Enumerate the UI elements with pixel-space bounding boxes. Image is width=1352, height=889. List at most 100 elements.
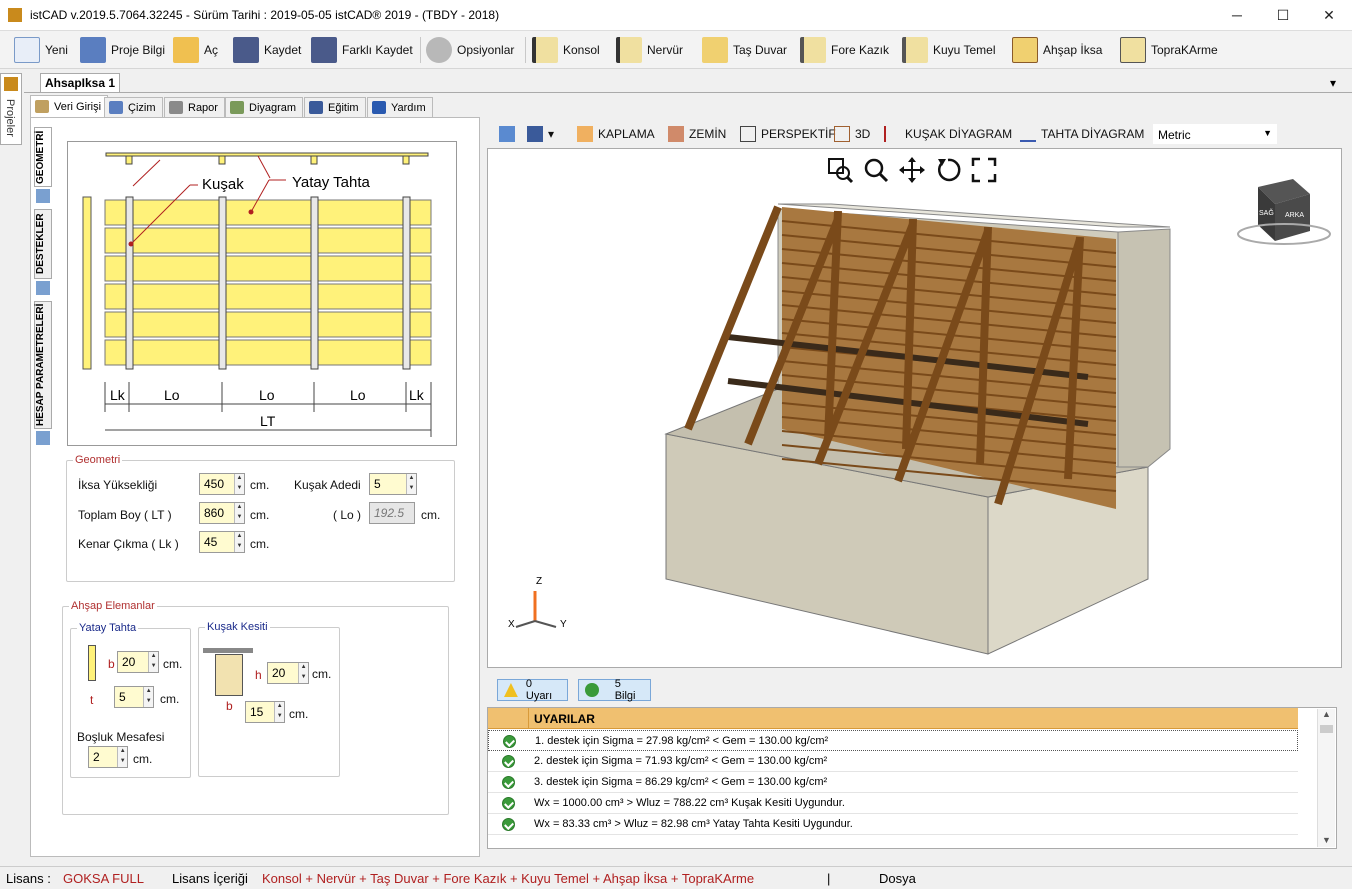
warnings-button[interactable]: 0 Uyarı (497, 678, 568, 702)
new-button[interactable]: Yeni (14, 34, 68, 66)
tab-egitim[interactable]: Eğitim (304, 97, 366, 117)
stepper-arrows[interactable]: ▲ ▼ (117, 747, 127, 767)
down-arrow-icon[interactable]: ▼ (144, 697, 153, 707)
yatay-b-input[interactable] (118, 652, 149, 672)
iksa-yuksekligi-stepper[interactable]: ▲▼ (199, 473, 245, 495)
kuyu-temel-button[interactable]: Kuyu Temel (902, 34, 995, 66)
save-button[interactable]: Kaydet (233, 34, 301, 66)
scroll-up-icon[interactable]: ▲ (1318, 709, 1335, 719)
vtab-destekler[interactable]: DESTEKLER (34, 209, 52, 279)
up-arrow-icon[interactable]: ▲ (144, 687, 153, 697)
layout-menu-button[interactable]: ▾ (527, 124, 554, 144)
konsol-button[interactable]: Konsol (532, 34, 600, 66)
nervur-button[interactable]: Nervür (616, 34, 683, 66)
zoom-window-icon[interactable] (826, 156, 854, 184)
kusak-b-input[interactable] (246, 702, 275, 722)
message-row[interactable]: 1. destek için Sigma = 27.98 kg/cm² < Ge… (488, 730, 1298, 751)
rotate-icon[interactable] (934, 156, 962, 184)
stepper-arrows[interactable]: ▲ ▼ (234, 474, 244, 494)
yatay-t-input[interactable] (115, 687, 144, 707)
view-cube[interactable]: SAĞ ARKA (1237, 179, 1331, 245)
ahsap-iksa-button[interactable]: Ahşap İksa (1012, 34, 1102, 66)
down-arrow-icon[interactable]: ▼ (149, 662, 158, 672)
scroll-down-icon[interactable]: ▼ (1318, 835, 1335, 845)
stepper-arrows[interactable]: ▲ ▼ (234, 532, 244, 552)
message-row[interactable]: Wx = 83.33 cm³ > Wluz = 82.98 cm³ Yatay … (488, 814, 1298, 835)
tas-duvar-button[interactable]: Taş Duvar (702, 34, 787, 66)
projects-side-tab[interactable]: Projeler (0, 73, 22, 145)
tahta-diyagram-button[interactable]: TAHTA DİYAGRAM (1020, 124, 1144, 144)
tab-veri-girisi[interactable]: Veri Girişi (30, 95, 109, 117)
save-as-button[interactable]: Farklı Kaydet (311, 34, 413, 66)
kusak-adedi-input[interactable] (370, 474, 406, 494)
fore-kazik-button[interactable]: Fore Kazık (800, 34, 889, 66)
stepper-arrows[interactable]: ▲ ▼ (405, 474, 416, 494)
down-arrow-icon[interactable]: ▼ (235, 484, 244, 494)
close-button[interactable]: ✕ (1306, 0, 1352, 31)
stepper-arrows[interactable]: ▲ ▼ (148, 652, 158, 672)
3d-viewport[interactable]: SAĞ ARKA Z X Y (487, 148, 1342, 668)
up-arrow-icon[interactable]: ▲ (235, 503, 244, 513)
up-arrow-icon[interactable]: ▲ (275, 702, 284, 712)
up-arrow-icon[interactable]: ▲ (299, 663, 308, 673)
up-arrow-icon[interactable]: ▲ (235, 532, 244, 542)
options-button[interactable]: Opsiyonlar (426, 34, 514, 66)
up-arrow-icon[interactable]: ▲ (118, 747, 127, 757)
yatay-t-stepper[interactable]: ▲▼ (114, 686, 154, 708)
perspektif-button[interactable]: PERSPEKTİF (740, 124, 836, 144)
toplam-boy-input[interactable] (200, 503, 234, 523)
kenar-cikma-stepper[interactable]: ▲▼ (199, 531, 245, 553)
kusak-b-stepper[interactable]: ▲▼ (245, 701, 285, 723)
kenar-cikma-input[interactable] (200, 532, 234, 552)
messages-scrollbar[interactable]: ▲ ▼ (1317, 709, 1335, 847)
tab-dropdown-button[interactable]: ▾ (1330, 76, 1336, 90)
minimize-button[interactable]: ─ (1214, 0, 1260, 31)
kaplama-button[interactable]: KAPLAMA (577, 124, 655, 144)
stepper-arrows[interactable]: ▲ ▼ (274, 702, 284, 722)
tab-rapor[interactable]: Rapor (164, 97, 225, 117)
pan-icon[interactable] (898, 156, 926, 184)
message-row[interactable]: 3. destek için Sigma = 86.29 kg/cm² < Ge… (488, 772, 1298, 793)
message-row[interactable]: Wx = 1000.00 cm³ > Wluz = 788.22 cm³ Kuş… (488, 793, 1298, 814)
fit-view-button[interactable] (499, 124, 520, 144)
fullscreen-icon[interactable] (970, 156, 998, 184)
open-button[interactable]: Aç (173, 34, 218, 66)
bosluk-input[interactable] (89, 747, 118, 767)
stepper-arrows[interactable]: ▲ ▼ (298, 663, 308, 683)
stepper-arrows[interactable]: ▲ ▼ (143, 687, 153, 707)
kusak-h-input[interactable] (268, 663, 299, 683)
3d-button[interactable]: 3D (834, 124, 870, 144)
toplam-boy-stepper[interactable]: ▲▼ (199, 502, 245, 524)
down-arrow-icon[interactable]: ▼ (235, 513, 244, 523)
bosluk-stepper[interactable]: ▲▼ (88, 746, 128, 768)
vtab-geometri[interactable]: GEOMETRİ (34, 127, 52, 187)
yatay-b-stepper[interactable]: ▲▼ (117, 651, 159, 673)
up-arrow-icon[interactable]: ▲ (407, 474, 416, 484)
down-arrow-icon[interactable]: ▼ (235, 542, 244, 552)
tab-diyagram[interactable]: Diyagram (225, 97, 304, 117)
down-arrow-icon[interactable]: ▼ (299, 673, 308, 683)
kusak-h-stepper[interactable]: ▲▼ (267, 662, 309, 684)
maximize-button[interactable]: ☐ (1260, 0, 1306, 31)
up-arrow-icon[interactable]: ▲ (235, 474, 244, 484)
up-arrow-icon[interactable]: ▲ (149, 652, 158, 662)
tab-cizim[interactable]: Çizim (104, 97, 163, 117)
message-row[interactable]: 2. destek için Sigma = 71.93 kg/cm² < Ge… (488, 751, 1298, 772)
units-select[interactable]: Metric ▼ (1153, 124, 1277, 144)
project-info-button[interactable]: Proje Bilgi (80, 34, 165, 66)
stepper-arrows[interactable]: ▲ ▼ (234, 503, 244, 523)
down-arrow-icon[interactable]: ▼ (407, 484, 416, 494)
kusak-adedi-stepper[interactable]: ▲▼ (369, 473, 417, 495)
zoom-icon[interactable] (862, 156, 890, 184)
scroll-thumb[interactable] (1320, 725, 1333, 733)
tab-yardim[interactable]: Yardım (367, 97, 433, 117)
down-arrow-icon[interactable]: ▼ (275, 712, 284, 722)
info-button[interactable]: 5 Bilgi (578, 678, 651, 702)
toprakarme-button[interactable]: TopraKArme (1120, 34, 1218, 66)
document-tab[interactable]: AhsapIksa 1 (40, 73, 120, 93)
kusak-diyagram-button[interactable]: KUŞAK DİYAGRAM (884, 124, 1012, 144)
down-arrow-icon[interactable]: ▼ (118, 757, 127, 767)
vtab-hesap-parametreleri[interactable]: HESAP PARAMETRELERİ (34, 301, 52, 429)
iksa-yuksekligi-input[interactable] (200, 474, 234, 494)
zemin-button[interactable]: ZEMİN (668, 124, 726, 144)
